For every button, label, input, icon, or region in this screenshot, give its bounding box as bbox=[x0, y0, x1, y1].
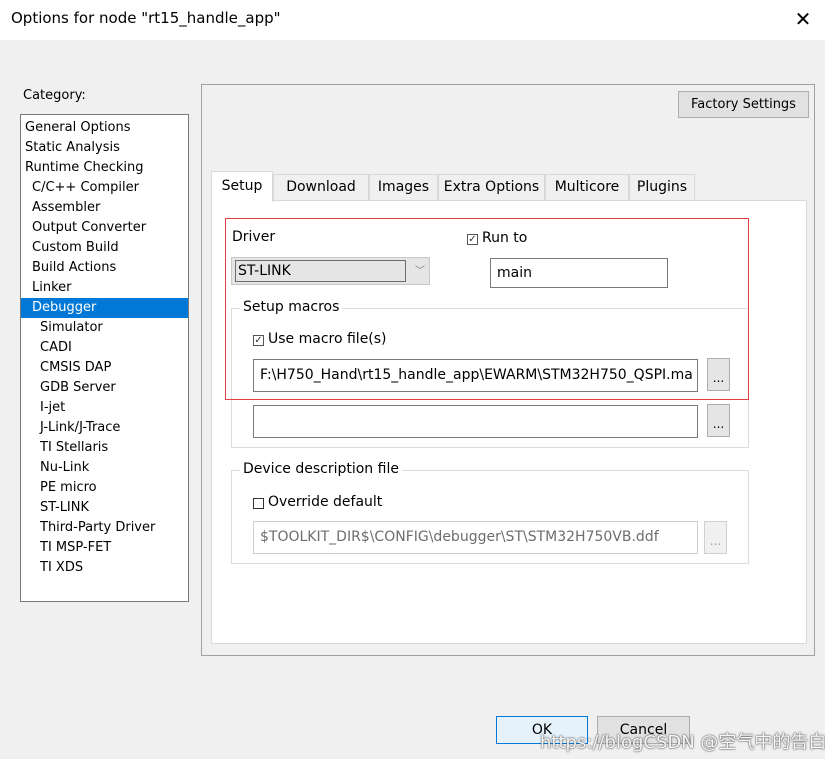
category-list[interactable]: General Options Static Analysis Runtime … bbox=[20, 114, 189, 602]
driver-select-value: ST-LINK bbox=[235, 260, 406, 282]
tab-extra-options[interactable]: Extra Options bbox=[438, 174, 545, 201]
tab-setup[interactable]: Setup bbox=[211, 171, 273, 202]
category-item-static-analysis[interactable]: Static Analysis bbox=[21, 138, 188, 158]
category-item-build-actions[interactable]: Build Actions bbox=[21, 258, 188, 278]
tab-plugins[interactable]: Plugins bbox=[629, 174, 695, 201]
macro-file-input-1[interactable]: F:\H750_Hand\rt15_handle_app\EWARM\STM32… bbox=[253, 359, 698, 392]
tab-download[interactable]: Download bbox=[273, 174, 369, 201]
category-item-ti-msp-fet[interactable]: TI MSP-FET bbox=[21, 538, 188, 558]
category-item-output-converter[interactable]: Output Converter bbox=[21, 218, 188, 238]
browse-device-description-button: ... bbox=[704, 521, 727, 554]
watermark: https://blogCSDN @空气中的告白 bbox=[540, 732, 825, 753]
device-description-label: Device description file bbox=[240, 461, 402, 477]
run-to-input[interactable]: main bbox=[490, 258, 668, 288]
category-item-ti-xds[interactable]: TI XDS bbox=[21, 558, 188, 578]
browse-macro-1-button[interactable]: ... bbox=[707, 358, 730, 391]
title-bar: Options for node "rt15_handle_app" ✕ bbox=[0, 0, 825, 40]
close-icon[interactable]: ✕ bbox=[790, 6, 816, 32]
driver-select[interactable]: ST-LINK ﹀ bbox=[231, 257, 430, 285]
category-item-debugger[interactable]: Debugger bbox=[21, 298, 188, 318]
run-to-label: Run to bbox=[482, 230, 528, 246]
category-item-simulator[interactable]: Simulator bbox=[21, 318, 188, 338]
category-item-cadi[interactable]: CADI bbox=[21, 338, 188, 358]
tab-multicore[interactable]: Multicore bbox=[545, 174, 629, 201]
category-item-runtime-checking[interactable]: Runtime Checking bbox=[21, 158, 188, 178]
category-item-assembler[interactable]: Assembler bbox=[21, 198, 188, 218]
override-default-checkbox[interactable] bbox=[253, 498, 264, 509]
browse-macro-2-button[interactable]: ... bbox=[707, 404, 730, 437]
category-item-general-options[interactable]: General Options bbox=[21, 118, 188, 138]
category-item-ti-stellaris[interactable]: TI Stellaris bbox=[21, 438, 188, 458]
window-title: Options for node "rt15_handle_app" bbox=[11, 9, 281, 27]
use-macro-label: Use macro file(s) bbox=[268, 331, 387, 347]
category-item-j-link[interactable]: J-Link/J-Trace bbox=[21, 418, 188, 438]
chevron-down-icon: ﹀ bbox=[415, 266, 425, 277]
setup-macros-label: Setup macros bbox=[240, 299, 343, 315]
macro-file-input-2[interactable] bbox=[253, 405, 698, 438]
category-item-c-cpp-compiler[interactable]: C/C++ Compiler bbox=[21, 178, 188, 198]
driver-label: Driver bbox=[232, 229, 276, 245]
category-item-i-jet[interactable]: I-jet bbox=[21, 398, 188, 418]
category-item-third-party-driver[interactable]: Third-Party Driver bbox=[21, 518, 188, 538]
category-item-st-link[interactable]: ST-LINK bbox=[21, 498, 188, 518]
factory-settings-button[interactable]: Factory Settings bbox=[678, 91, 809, 118]
use-macro-checkbox[interactable]: ✓ bbox=[253, 335, 264, 346]
device-description-input: $TOOLKIT_DIR$\CONFIG\debugger\ST\STM32H7… bbox=[253, 521, 698, 554]
tab-images[interactable]: Images bbox=[369, 174, 438, 201]
run-to-checkbox[interactable]: ✓ bbox=[467, 234, 478, 245]
category-item-cmsis-dap[interactable]: CMSIS DAP bbox=[21, 358, 188, 378]
category-item-linker[interactable]: Linker bbox=[21, 278, 188, 298]
category-item-custom-build[interactable]: Custom Build bbox=[21, 238, 188, 258]
category-item-pe-micro[interactable]: PE micro bbox=[21, 478, 188, 498]
category-label: Category: bbox=[23, 88, 86, 103]
category-item-gdb-server[interactable]: GDB Server bbox=[21, 378, 188, 398]
override-default-label: Override default bbox=[268, 494, 383, 510]
category-item-nu-link[interactable]: Nu-Link bbox=[21, 458, 188, 478]
